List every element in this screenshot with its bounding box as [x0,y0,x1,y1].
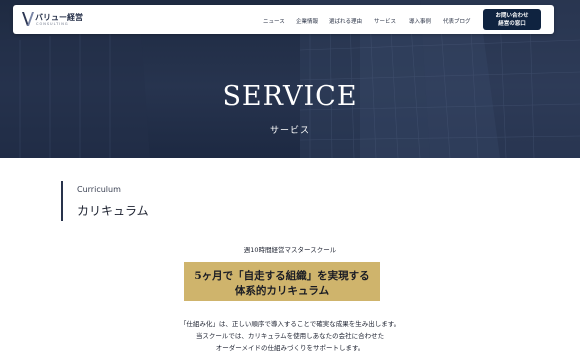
nav-item-news[interactable]: ニュース [263,17,285,25]
tagline: 週10時間経営マスタースクール [243,246,337,254]
site-logo[interactable]: バリュー経営 CONSULTING [22,11,122,29]
contact-button-line1: お問い合わせ [495,13,529,19]
section-label-en: Curriculum [77,185,121,194]
site-header: バリュー経営 CONSULTING ニュース 企業情報 選ばれる理由 サービス … [13,5,554,34]
highlight-line-1: 5ヶ月で「自走する組織」を実現する [194,270,370,282]
page-subtitle: サービス [269,126,310,136]
description-line: オーダーメイドの仕組みづくりをサポートします。 [215,344,365,352]
description-line: 「仕組み化」は、正しい順序で導入することで確実な成果を生み出します。 [179,320,401,328]
nav-item-company[interactable]: 企業情報 [296,17,318,25]
highlight-box: 5ヶ月で「自走する組織」を実現する 体系的カリキュラム [184,262,380,301]
highlight-line-2: 体系的カリキュラム [234,285,330,297]
contact-button[interactable]: お問い合わせ 経営の窓口 [483,9,541,30]
logo-mark-icon [22,12,34,26]
nav-item-services[interactable]: サービス [374,17,396,25]
nav-item-reasons[interactable]: 選ばれる理由 [329,17,362,25]
section-heading: カリキュラム [77,204,149,218]
description-line: 当スクールでは、カリキュラムを使用しあなたの会社に合わせた [195,332,385,340]
nav-item-blog[interactable]: 代表ブログ [443,17,471,25]
section-accent-bar [61,181,63,221]
contact-button-line2: 経営の窓口 [498,21,526,27]
page-title: SERVICE [222,81,358,112]
logo-subtext: CONSULTING [36,22,69,26]
nav-item-cases[interactable]: 導入事例 [409,17,431,25]
